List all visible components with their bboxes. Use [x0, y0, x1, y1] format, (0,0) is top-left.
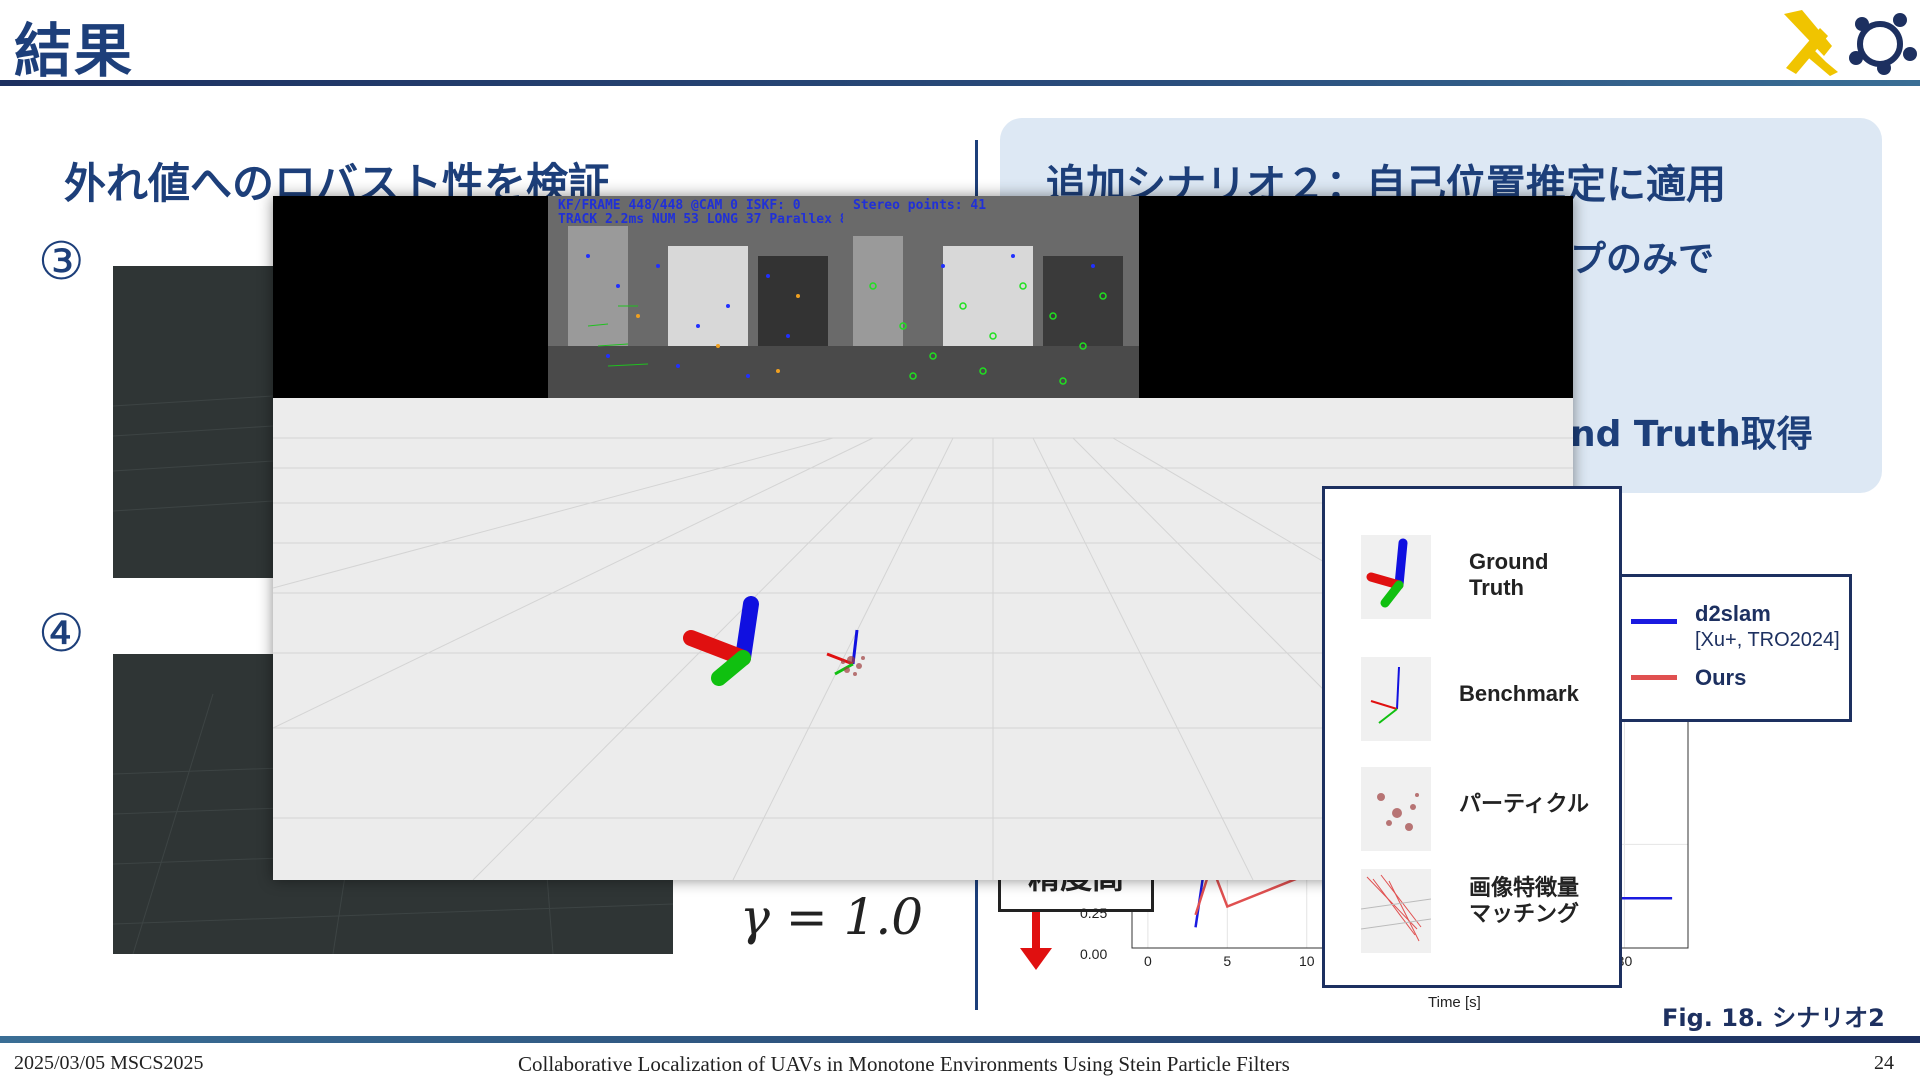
- popup-label-particles: パーティクル: [1459, 791, 1590, 816]
- footer-paper-title: Collaborative Localization of UAVs in Mo…: [518, 1052, 1290, 1076]
- camera-strip: KF/FRAME 448/448 @CAM 0 ISKF: 0 TRACK 2.…: [273, 196, 1573, 398]
- scenario-text-line2: nd Truth取得: [1570, 414, 1813, 455]
- down-arrow-icon: [1020, 912, 1052, 970]
- particle-cloud-icon: [826, 629, 865, 676]
- page-number: 24: [1874, 1052, 1894, 1074]
- simulation-panel-3: [113, 266, 273, 578]
- hud-track-info: TRACK 2.2ms NUM 53 LONG 37 Parallex 8.1%…: [558, 212, 843, 227]
- chart-x-tick-label: 5: [1223, 953, 1231, 969]
- left-camera-view: KF/FRAME 448/448 @CAM 0 ISKF: 0 TRACK 2.…: [548, 196, 843, 398]
- ground-truth-pose-icon: [683, 596, 759, 686]
- right-camera-features: [843, 196, 1139, 398]
- feature-matching-icon: [1360, 869, 1432, 953]
- item-number-4: ④: [38, 604, 85, 664]
- figure-caption: Fig. 18. シナリオ2: [1662, 1004, 1885, 1032]
- ground-truth-axes-icon: [1361, 535, 1431, 619]
- chart-x-axis-title: Time [s]: [1428, 994, 1481, 1011]
- legend-sub-d2slam: [Xu+, TRO2024]: [1695, 629, 1840, 651]
- hud-stereo-points: Stereo points: 41: [853, 198, 987, 213]
- footer-date-venue: 2025/03/05 MSCS2025: [14, 1052, 204, 1074]
- popup-label-benchmark: Benchmark: [1459, 681, 1579, 706]
- popup-label-feature-matching: 画像特徴量 マッチング: [1469, 875, 1580, 926]
- legend-swatch-d2slam: [1631, 619, 1677, 624]
- legend-label-d2slam: d2slam: [1695, 601, 1771, 626]
- benchmark-axes-icon: [1361, 657, 1431, 741]
- chart-x-tick-label: 0: [1144, 953, 1152, 969]
- popup-label-ground-truth: Ground Truth: [1469, 549, 1549, 600]
- gamma-value: γ = 1.0: [740, 888, 924, 946]
- slide-title: 結果: [14, 17, 135, 85]
- chart-legend: d2slam [Xu+, TRO2024] Ours: [1618, 574, 1852, 722]
- legend-label-ours: Ours: [1695, 665, 1747, 690]
- header-bar: [0, 80, 1920, 86]
- hud-frame-info: KF/FRAME 448/448 @CAM 0 ISKF: 0: [558, 198, 801, 213]
- item-number-3: ③: [38, 232, 85, 292]
- viewer-legend-popup: Ground Truth Benchmark パーティクル 画像特徴量 マッチン…: [1322, 486, 1622, 988]
- grid-floor-3: [113, 395, 273, 512]
- footer-bar: [0, 1036, 1920, 1043]
- chart-y-tick-label: 0.25: [1080, 905, 1108, 921]
- scenario-text-line1: プのみで: [1570, 239, 1715, 280]
- chart-x-tick-label: 10: [1299, 953, 1315, 969]
- legend-swatch-ours: [1631, 675, 1677, 680]
- lab-logo-icon: [1784, 10, 1917, 76]
- particles-icon: [1361, 767, 1431, 851]
- right-camera-view: Stereo points: 41: [843, 196, 1139, 398]
- chart-y-tick-label: 0.00: [1080, 946, 1108, 962]
